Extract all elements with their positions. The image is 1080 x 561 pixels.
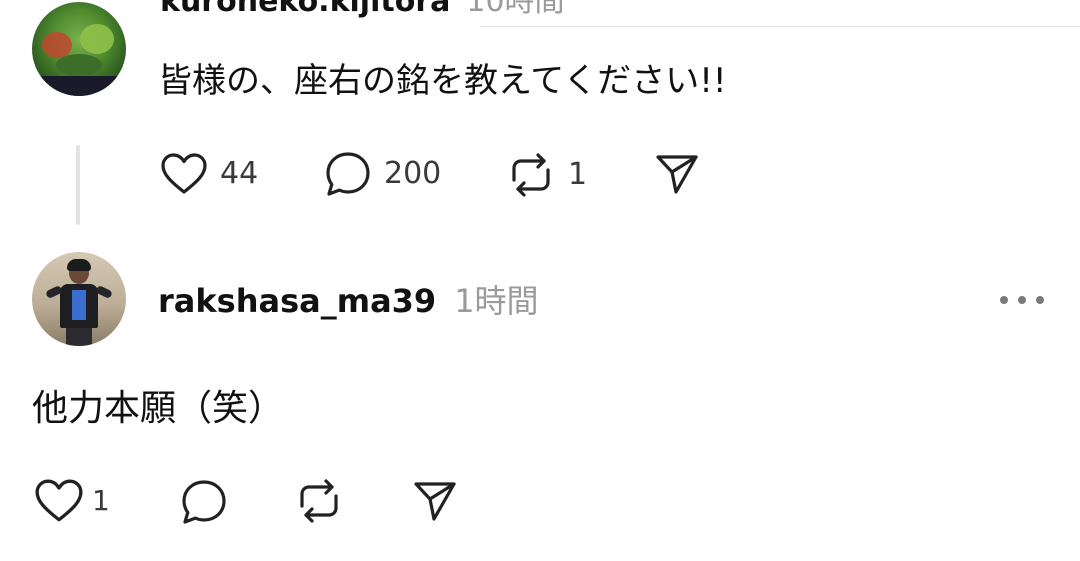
post1-reply-count: 200 <box>384 156 442 191</box>
more-dot <box>1036 296 1044 304</box>
more-dots-icon[interactable] <box>1000 286 1044 314</box>
speech-bubble-icon <box>182 480 226 524</box>
post1-like-button[interactable]: 44 <box>160 152 258 196</box>
post2-username[interactable]: rakshasa_ma39 <box>158 282 436 320</box>
speech-bubble-icon <box>326 152 370 196</box>
post1-avatar[interactable] <box>32 2 126 96</box>
post2-avatar[interactable] <box>32 252 126 346</box>
avatar-figure-shape <box>67 259 91 271</box>
post1-text: 皆様の、座右の銘を教えてください!! <box>158 61 727 101</box>
post2-repost-button[interactable] <box>294 476 344 526</box>
avatar-plant-shape <box>80 24 114 54</box>
paper-plane-icon <box>656 155 698 194</box>
post2-like-button[interactable]: 1 <box>34 478 110 524</box>
heart-icon <box>35 479 83 522</box>
post1-share-button[interactable] <box>654 152 700 196</box>
post2-timestamp: 1時間 <box>454 282 539 320</box>
more-dot <box>1018 296 1026 304</box>
post1-like-count: 44 <box>220 156 259 191</box>
avatar-plant-shape <box>42 32 72 58</box>
repost-arrows-icon <box>300 479 338 523</box>
more-dot <box>1000 296 1008 304</box>
post1-reply-button[interactable]: 200 <box>324 150 441 198</box>
avatar-base-shape <box>32 76 126 96</box>
thread-line <box>76 145 80 225</box>
post2-like-count: 1 <box>92 484 110 517</box>
avatar-plant-shape <box>56 54 102 76</box>
top-divider <box>480 26 1080 27</box>
post2-header: rakshasa_ma39 1時間 <box>158 276 539 322</box>
avatar-figure-shape <box>66 326 92 346</box>
paper-plane-icon <box>414 482 456 521</box>
post1-username[interactable]: kuroneko.kijitora <box>160 0 450 19</box>
avatar-figure-shape <box>72 290 86 320</box>
repost-arrows-icon <box>512 153 550 197</box>
post1-header: kuroneko.kijitora 10時間 <box>160 0 565 26</box>
post1-repost-button[interactable]: 1 <box>506 150 587 200</box>
post2-text: 他力本願（笑） <box>32 388 285 429</box>
heart-icon <box>161 153 207 194</box>
post1-repost-count: 1 <box>568 157 588 192</box>
post1-timestamp: 10時間 <box>466 0 565 19</box>
post2-reply-button[interactable] <box>180 478 228 526</box>
post2-share-button[interactable] <box>412 479 458 523</box>
